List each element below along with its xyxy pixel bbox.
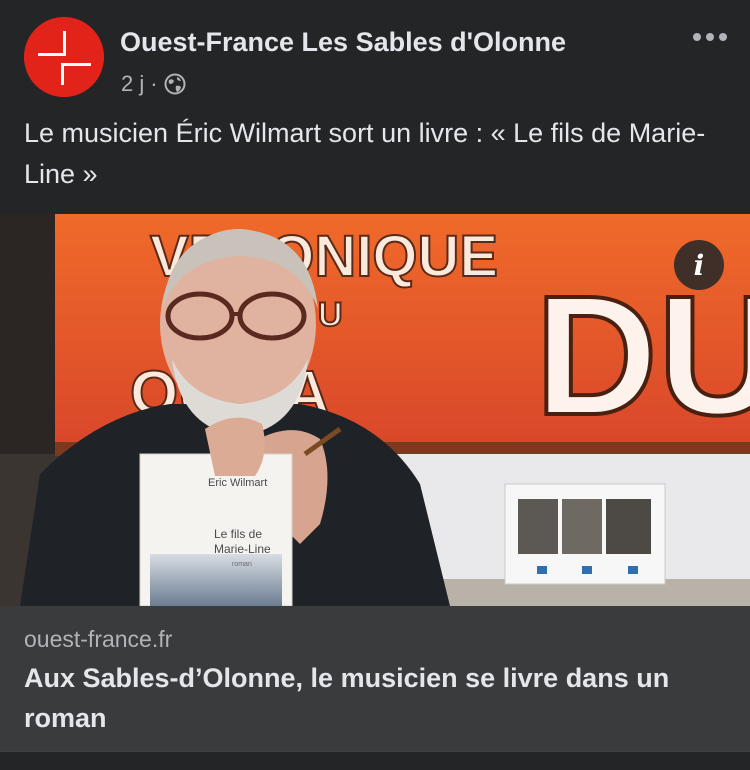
- book-title-line-1: Le fils de: [214, 527, 262, 541]
- meta-separator: ·: [150, 71, 158, 96]
- photo-illustration: VERONIQUE U QUINA DU: [0, 214, 750, 606]
- sign-text-2: U: [318, 296, 343, 334]
- post-text: Le musicien Éric Wilmart sort un livre :…: [24, 118, 706, 189]
- book-author: Eric Wilmart: [208, 477, 267, 489]
- book-title-line-2: Marie-Line: [214, 542, 271, 556]
- post-photo[interactable]: VERONIQUE U QUINA DU: [0, 214, 750, 606]
- post-time[interactable]: 2 j: [121, 71, 144, 97]
- more-options-icon: [693, 33, 727, 41]
- info-icon: i: [693, 248, 705, 282]
- globe-icon: [164, 73, 186, 95]
- post-footer: [0, 751, 750, 770]
- sign-text-4: DU: [535, 261, 750, 451]
- post-card: Ouest-France Les Sables d'Olonne 2 j · L…: [0, 0, 750, 770]
- ouest-france-logo-icon: [24, 17, 104, 97]
- post-header: Ouest-France Les Sables d'Olonne 2 j ·: [0, 0, 750, 100]
- link-title: Aux Sables-d’Olonne, le musicien se livr…: [24, 663, 670, 733]
- link-preview[interactable]: ouest-france.fr Aux Sables-d’Olonne, le …: [0, 606, 750, 751]
- info-button[interactable]: i: [674, 240, 724, 290]
- post-meta: 2 j ·: [121, 71, 186, 97]
- book-subtitle: roman: [232, 561, 252, 568]
- link-domain: ouest-france.fr: [24, 626, 173, 652]
- more-options-button[interactable]: [688, 22, 732, 52]
- page-avatar[interactable]: [24, 17, 104, 97]
- page-name[interactable]: Ouest-France Les Sables d'Olonne: [120, 27, 566, 58]
